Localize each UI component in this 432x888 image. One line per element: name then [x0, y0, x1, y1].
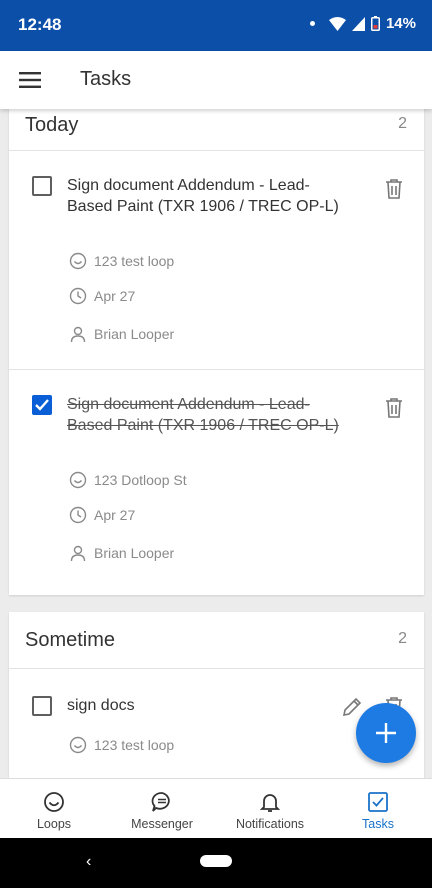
wifi-icon [328, 16, 346, 31]
task-item[interactable]: Sign document Addendum - Lead-Based Pain… [9, 370, 424, 590]
page-title: Tasks [80, 68, 132, 90]
task-loop: 123 test loop [68, 734, 174, 756]
task-title: Sign document Addendum - Lead-Based Pain… [67, 396, 339, 434]
loop-icon [68, 251, 88, 271]
task-due: Apr 27 [68, 285, 135, 307]
task-due: Apr 27 [68, 504, 135, 526]
trash-icon[interactable] [384, 178, 404, 200]
task-title: Sign document Addendum - Lead-Based Pain… [67, 177, 339, 215]
task-assignee: Brian Looper [68, 323, 174, 345]
section-today: Today 2 Sign document Addendum - Lead-Ba… [9, 109, 424, 595]
smile-icon [43, 791, 65, 813]
status-bar: 12:48 14% [0, 0, 432, 51]
status-time: 12:48 [18, 15, 62, 34]
pencil-icon[interactable] [341, 696, 363, 718]
section-count: 2 [398, 115, 407, 132]
section-sometime: Sometime 2 sign docs 123 test loop [9, 612, 424, 778]
checkmark-icon [35, 399, 49, 411]
due-date: Apr 27 [94, 507, 136, 523]
notification-dot-icon [309, 21, 315, 26]
clock-icon [68, 505, 88, 525]
assignee-name: Brian Looper [94, 545, 175, 561]
nav-tasks[interactable]: Tasks [324, 779, 432, 838]
app-bar: Tasks [0, 51, 432, 109]
home-pill-icon[interactable] [200, 855, 232, 867]
section-header: Today 2 [9, 109, 424, 151]
task-item[interactable]: Sign document Addendum - Lead-Based Pain… [9, 151, 424, 370]
task-loop: 123 Dotloop St [68, 469, 187, 491]
due-date: Apr 27 [94, 288, 136, 304]
trash-icon[interactable] [384, 397, 404, 419]
loop-icon [68, 470, 88, 490]
task-checkbox[interactable] [32, 696, 52, 716]
chat-icon [151, 791, 173, 813]
loop-name: 123 Dotloop St [94, 472, 187, 488]
section-count: 2 [398, 630, 407, 647]
menu-button[interactable] [14, 66, 46, 94]
battery-level: 14% [385, 15, 416, 32]
section-title: Sometime [25, 629, 116, 651]
person-icon [68, 543, 88, 563]
nav-label: Notifications [235, 817, 305, 831]
add-task-button[interactable] [356, 703, 416, 763]
bell-icon [259, 791, 281, 813]
nav-label: Tasks [362, 817, 394, 831]
nav-label: Loops [36, 817, 72, 831]
back-icon[interactable]: ‹ [86, 853, 91, 871]
hamburger-icon [19, 72, 41, 88]
person-icon [68, 324, 88, 344]
nav-loops[interactable]: Loops [0, 779, 108, 838]
section-header: Sometime 2 [9, 612, 424, 669]
clock-icon [68, 286, 88, 306]
status-icons: 14% [309, 15, 416, 32]
task-checkbox[interactable] [32, 176, 52, 196]
task-list[interactable]: Today 2 Sign document Addendum - Lead-Ba… [0, 109, 432, 778]
system-nav-bar: ‹ [0, 838, 432, 888]
nav-messenger[interactable]: Messenger [108, 779, 216, 838]
battery-icon [370, 16, 380, 31]
assignee-name: Brian Looper [94, 326, 175, 342]
loop-name: 123 test loop [94, 737, 175, 753]
loop-name: 123 test loop [94, 253, 175, 269]
task-loop: 123 test loop [68, 250, 174, 272]
task-checkbox-checked[interactable] [32, 395, 52, 415]
checkbox-icon [367, 791, 389, 813]
task-title: sign docs [67, 697, 135, 714]
nav-label: Messenger [131, 817, 193, 831]
loop-icon [68, 735, 88, 755]
signal-icon [351, 16, 365, 31]
bottom-nav: Loops Messenger Notifications Tasks [0, 778, 432, 838]
task-assignee: Brian Looper [68, 542, 174, 564]
section-title: Today [25, 114, 79, 136]
plus-icon [376, 723, 396, 743]
nav-notifications[interactable]: Notifications [216, 779, 324, 838]
